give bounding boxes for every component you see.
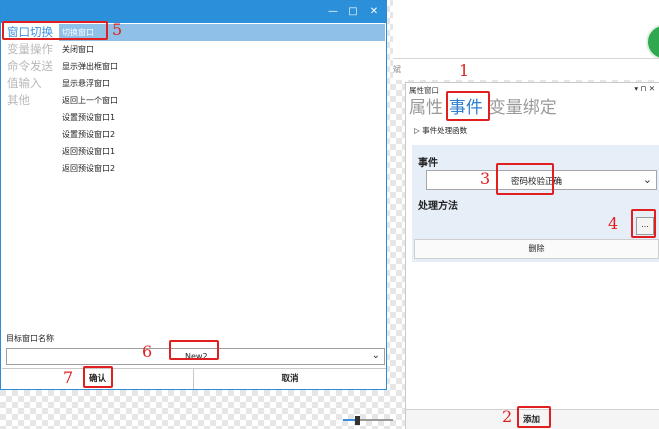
annotation-box-browse	[631, 209, 656, 238]
annotation-number-1: 1	[459, 61, 470, 80]
dialog-titlebar[interactable]: — □ ✕	[1, 1, 386, 23]
annotation-number-4: 4	[608, 214, 619, 233]
annotation-number-2: 2	[502, 407, 513, 426]
annotation-box-events-tab	[446, 91, 490, 121]
panel-title: 属性窗口	[409, 86, 439, 95]
background-text: 斌	[393, 65, 401, 74]
minimize-button[interactable]: —	[324, 1, 342, 23]
category-label: 变量操作	[7, 42, 53, 56]
dialog-button-bar: 确认 取消	[2, 368, 386, 389]
panel-controls[interactable]: ▾ ⊓ ✕	[634, 84, 655, 93]
action-item[interactable]: 显示悬浮窗口	[59, 75, 385, 92]
delete-label: 删除	[528, 244, 545, 253]
action-label: 返回上一个窗口	[62, 96, 118, 105]
action-item[interactable]: 设置预设窗口2	[59, 126, 385, 143]
window-switch-dialog: — □ ✕ 窗口切换 变量操作 命令发送 值输入 其他 切换窗口 关闭窗口 显示…	[0, 0, 387, 390]
maximize-button[interactable]: □	[344, 1, 362, 23]
app-logo-icon	[646, 24, 659, 60]
action-item[interactable]: 返回预设窗口1	[59, 143, 385, 160]
category-label: 命令发送	[7, 59, 53, 73]
action-label: 返回预设窗口1	[62, 147, 116, 156]
event-label: 事件	[418, 158, 438, 169]
divider	[393, 58, 659, 59]
category-item[interactable]: 其他	[7, 92, 61, 109]
chevron-down-icon: ⌄	[642, 173, 652, 186]
zoom-slider[interactable]	[343, 416, 393, 425]
properties-panel: 属性窗口 ▾ ⊓ ✕ 属性 事件 变量绑定 ▷ 事件处理函数 事件 密码校验正确…	[405, 82, 659, 429]
close-button[interactable]: ✕	[365, 1, 383, 23]
annotation-box-target	[169, 340, 219, 360]
category-label: 其他	[7, 93, 30, 107]
cancel-button[interactable]: 取消	[194, 369, 386, 389]
action-label: 显示悬浮窗口	[62, 79, 110, 88]
action-item[interactable]: 显示弹出框窗口	[59, 58, 385, 75]
action-label: 设置预设窗口1	[62, 113, 116, 122]
cancel-label: 取消	[281, 374, 299, 384]
chevron-down-icon: ⌄	[371, 350, 380, 361]
delete-button[interactable]: 删除	[414, 239, 659, 259]
annotation-number-6: 6	[142, 342, 153, 361]
target-window-label: 目标窗口名称	[6, 334, 54, 343]
event-handler-section-header[interactable]: ▷ 事件处理函数	[414, 125, 467, 136]
category-item[interactable]: 值输入	[7, 75, 61, 92]
action-label: 关闭窗口	[62, 45, 94, 54]
annotation-number-5: 5	[112, 20, 123, 39]
action-label: 显示弹出框窗口	[62, 62, 118, 71]
annotation-box-categories	[2, 21, 108, 40]
category-label: 值输入	[7, 76, 42, 90]
background-app-area: 斌	[393, 0, 659, 80]
zoom-track	[357, 419, 393, 421]
annotation-number-3: 3	[480, 169, 491, 188]
zoom-thumb[interactable]	[355, 416, 360, 425]
category-item[interactable]: 命令发送	[7, 58, 61, 75]
annotation-box-event-select	[496, 163, 554, 195]
annotation-box-add	[517, 406, 551, 428]
action-item[interactable]: 设置预设窗口1	[59, 109, 385, 126]
handler-method-label: 处理方法	[418, 201, 458, 212]
tab-properties[interactable]: 属性	[409, 97, 443, 119]
action-label: 设置预设窗口2	[62, 130, 116, 139]
action-item[interactable]: 返回预设窗口2	[59, 160, 385, 177]
tab-variable-binding[interactable]: 变量绑定	[489, 97, 557, 119]
action-item[interactable]: 返回上一个窗口	[59, 92, 385, 109]
action-label: 返回预设窗口2	[62, 164, 116, 173]
annotation-number-7: 7	[63, 368, 74, 387]
action-list: 切换窗口 关闭窗口 显示弹出框窗口 显示悬浮窗口 返回上一个窗口 设置预设窗口1…	[59, 24, 385, 334]
annotation-box-ok	[83, 366, 113, 388]
action-item[interactable]: 关闭窗口	[59, 41, 385, 58]
category-item[interactable]: 变量操作	[7, 41, 61, 58]
